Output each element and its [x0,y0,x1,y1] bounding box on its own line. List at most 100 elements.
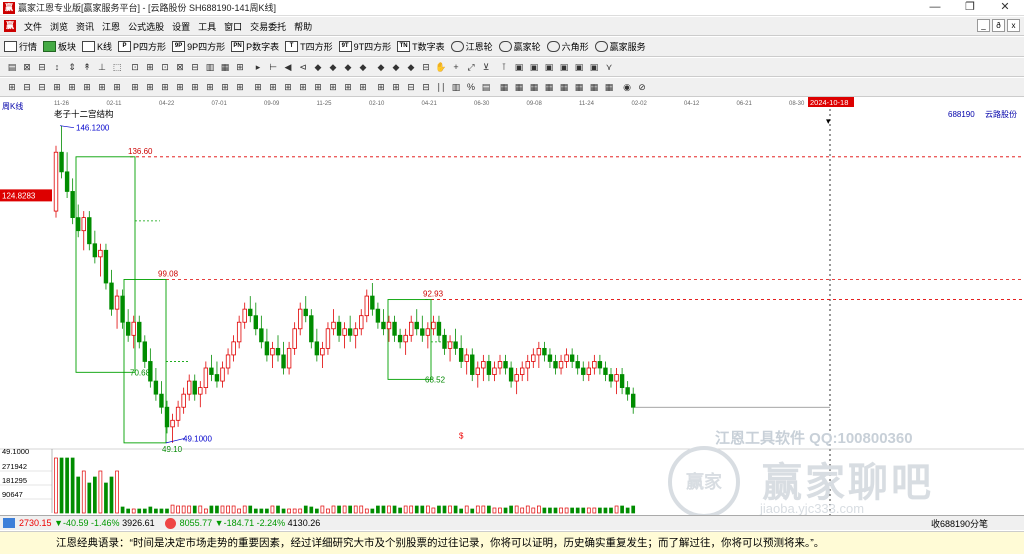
analysis-tool-8-icon[interactable]: ⊞ [129,81,141,93]
menu-settings[interactable]: 设置 [168,20,194,33]
menu-info[interactable]: 资讯 [72,20,98,33]
drawing-tool-2-icon[interactable]: ⊟ [36,61,48,73]
drawing-tool-4-icon[interactable]: ⇕ [66,61,78,73]
minimize-button[interactable]: — [920,0,950,16]
drawing-tool-21-icon[interactable]: ◆ [327,61,339,73]
menu-browse[interactable]: 浏览 [46,20,72,33]
toolbar-item-0[interactable]: 行情 [4,40,37,53]
analysis-tool-12-icon[interactable]: ⊞ [189,81,201,93]
analysis-tool-32-icon[interactable]: ▦ [498,81,510,93]
drawing-tool-30-icon[interactable]: ⤢ [465,61,477,73]
mdi-minimize-button[interactable]: _ [977,19,990,32]
menu-formula-screen[interactable]: 公式选股 [124,20,168,33]
menu-file[interactable]: 文件 [20,20,46,33]
drawing-tool-17-icon[interactable]: ⊢ [267,61,279,73]
toolbar-item-3[interactable]: P P四方形 [118,40,166,53]
toolbar-item-10[interactable]: 赢家轮 [498,40,541,53]
analysis-tool-33-icon[interactable]: ▦ [513,81,525,93]
analysis-tool-25-icon[interactable]: ⊞ [390,81,402,93]
analysis-tool-11-icon[interactable]: ⊞ [174,81,186,93]
maximize-button[interactable]: ❐ [955,0,985,16]
menu-help[interactable]: 帮助 [290,20,316,33]
analysis-tool-29-icon[interactable]: ▥ [450,81,462,93]
drawing-tool-9-icon[interactable]: ⊞ [144,61,156,73]
drawing-tool-16-icon[interactable]: ▸ [252,61,264,73]
analysis-tool-0-icon[interactable]: ⊞ [6,81,18,93]
drawing-tool-32-icon[interactable]: ⊺ [498,61,510,73]
analysis-tool-27-icon[interactable]: ⊟ [420,81,432,93]
toolbar-item-1[interactable]: 板块 [43,40,76,53]
mdi-restore-button[interactable]: ð [992,19,1005,32]
drawing-tool-36-icon[interactable]: ▣ [558,61,570,73]
drawing-tool-34-icon[interactable]: ▣ [528,61,540,73]
close-button[interactable]: ✕ [990,0,1020,16]
toolbar-item-4[interactable]: 9P 9P四方形 [172,40,225,53]
drawing-tool-3-icon[interactable]: ↕ [51,61,63,73]
drawing-tool-39-icon[interactable]: ⋎ [603,61,615,73]
mdi-close-button[interactable]: x [1007,19,1020,32]
drawing-tool-1-icon[interactable]: ⊠ [21,61,33,73]
menu-trade[interactable]: 交易委托 [246,20,290,33]
analysis-tool-3-icon[interactable]: ⊞ [51,81,63,93]
toolbar-item-11[interactable]: 六角形 [546,40,589,53]
drawing-tool-19-icon[interactable]: ⊲ [297,61,309,73]
analysis-tool-2-icon[interactable]: ⊟ [36,81,48,93]
drawing-tool-38-icon[interactable]: ▣ [588,61,600,73]
analysis-tool-16-icon[interactable]: ⊞ [252,81,264,93]
toolbar-item-8[interactable]: TN T数字表 [397,40,445,53]
analysis-tool-38-icon[interactable]: ▦ [588,81,600,93]
analysis-tool-1-icon[interactable]: ⊟ [21,81,33,93]
analysis-tool-15-icon[interactable]: ⊞ [234,81,246,93]
toolbar-item-7[interactable]: 9T 9T四方形 [338,40,391,53]
drawing-tool-14-icon[interactable]: ▦ [219,61,231,73]
analysis-tool-10-icon[interactable]: ⊞ [159,81,171,93]
drawing-tool-29-icon[interactable]: + [450,61,462,73]
drawing-tool-7-icon[interactable]: ⬚ [111,61,123,73]
drawing-tool-37-icon[interactable]: ▣ [573,61,585,73]
menu-window[interactable]: 窗口 [220,20,246,33]
drawing-tool-12-icon[interactable]: ⊟ [189,61,201,73]
drawing-tool-0-icon[interactable]: ▤ [6,61,18,73]
toolbar-item-5[interactable]: PN P数字表 [231,40,279,53]
drawing-tool-6-icon[interactable]: ⊥ [96,61,108,73]
analysis-tool-7-icon[interactable]: ⊞ [111,81,123,93]
drawing-tool-23-icon[interactable]: ◆ [357,61,369,73]
drawing-tool-31-icon[interactable]: ⊻ [480,61,492,73]
toolbar-item-12[interactable]: 赢家服务 [594,40,646,53]
analysis-tool-24-icon[interactable]: ⊞ [375,81,387,93]
analysis-tool-37-icon[interactable]: ▦ [573,81,585,93]
analysis-tool-20-icon[interactable]: ⊞ [312,81,324,93]
analysis-tool-14-icon[interactable]: ⊞ [219,81,231,93]
drawing-tool-20-icon[interactable]: ◆ [312,61,324,73]
menu-gann[interactable]: 江恩 [98,20,124,33]
toolbar-item-9[interactable]: 江恩轮 [450,40,493,53]
drawing-tool-27-icon[interactable]: ⊟ [420,61,432,73]
menu-tools[interactable]: 工具 [194,20,220,33]
analysis-tool-30-icon[interactable]: % [465,81,477,93]
analysis-tool-23-icon[interactable]: ⊞ [357,81,369,93]
app-menu-icon[interactable]: 赢 [4,20,16,32]
drawing-tool-25-icon[interactable]: ◆ [390,61,402,73]
analysis-tool-40-icon[interactable]: ◉ [621,81,633,93]
analysis-tool-6-icon[interactable]: ⊞ [96,81,108,93]
drawing-tool-5-icon[interactable]: ↟ [81,61,93,73]
analysis-tool-35-icon[interactable]: ▦ [543,81,555,93]
drawing-tool-10-icon[interactable]: ⊡ [159,61,171,73]
analysis-tool-5-icon[interactable]: ⊞ [81,81,93,93]
analysis-tool-41-icon[interactable]: ⊘ [636,81,648,93]
drawing-tool-35-icon[interactable]: ▣ [543,61,555,73]
analysis-tool-22-icon[interactable]: ⊞ [342,81,354,93]
drawing-tool-33-icon[interactable]: ▣ [513,61,525,73]
drawing-tool-28-icon[interactable]: ✋ [435,61,447,73]
drawing-tool-13-icon[interactable]: ▥ [204,61,216,73]
drawing-tool-26-icon[interactable]: ◆ [405,61,417,73]
drawing-tool-15-icon[interactable]: ⊞ [234,61,246,73]
drawing-tool-11-icon[interactable]: ⊠ [174,61,186,73]
analysis-tool-39-icon[interactable]: ▦ [603,81,615,93]
analysis-tool-4-icon[interactable]: ⊞ [66,81,78,93]
analysis-tool-17-icon[interactable]: ⊞ [267,81,279,93]
analysis-tool-19-icon[interactable]: ⊞ [297,81,309,93]
drawing-tool-24-icon[interactable]: ◆ [375,61,387,73]
analysis-tool-36-icon[interactable]: ▦ [558,81,570,93]
analysis-tool-9-icon[interactable]: ⊞ [144,81,156,93]
